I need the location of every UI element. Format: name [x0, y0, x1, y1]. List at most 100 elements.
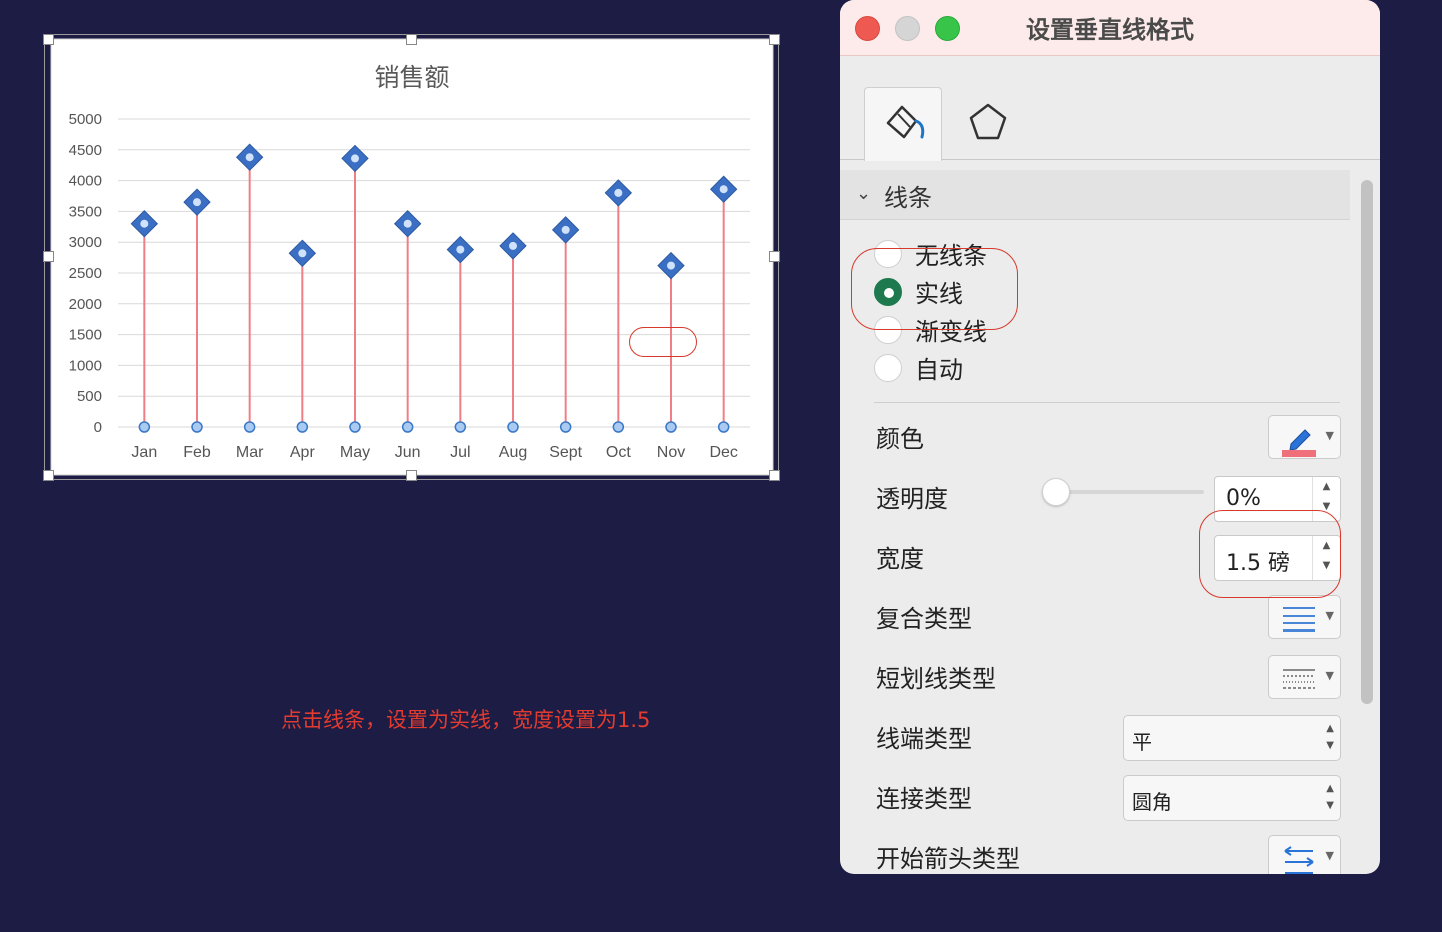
data-point-marker-center	[298, 249, 307, 258]
tab-fill-line[interactable]	[864, 87, 942, 161]
baseline-marker	[454, 421, 467, 433]
width-label: 宽度	[876, 545, 924, 573]
cap-type-select[interactable]: 平 ▲ ▼	[1123, 715, 1341, 761]
y-tick-label: 1000	[69, 357, 102, 374]
tab-bar	[840, 56, 1380, 161]
data-point-marker-center	[351, 154, 359, 163]
data-point-marker-center	[614, 188, 623, 197]
resize-handle-top-right[interactable]	[769, 34, 780, 45]
y-tick-label: 5000	[69, 111, 102, 128]
baseline-marker	[401, 421, 414, 433]
resize-handle-left[interactable]	[43, 251, 54, 262]
resize-handle-top-left[interactable]	[43, 34, 54, 45]
join-type-value: 圆角	[1132, 790, 1172, 814]
data-point-marker-center	[456, 245, 465, 254]
resize-handle-right[interactable]	[769, 251, 780, 262]
color-label: 颜色	[876, 425, 924, 453]
data-point-marker-center	[193, 198, 201, 207]
transparency-label: 透明度	[876, 485, 948, 513]
chevron-down-icon: ▼	[1325, 849, 1334, 862]
compound-type-dropdown[interactable]: ▼	[1268, 595, 1341, 639]
transparency-value: 0%	[1226, 486, 1261, 511]
dashed-lines-icon	[1283, 669, 1315, 689]
baseline-marker	[559, 421, 572, 433]
baseline-marker	[717, 421, 730, 433]
divider	[874, 402, 1340, 403]
y-tick-label: 3500	[69, 203, 102, 220]
baseline-marker	[507, 421, 519, 433]
chart-area[interactable]: 销售额 0 500 1000 1500 2000 2500 3000 3500 4000 4500…	[43, 34, 780, 481]
data-point-marker-center	[140, 219, 149, 228]
resize-handle-bottom-right[interactable]	[769, 470, 780, 481]
chart-title: 销售额	[374, 63, 449, 92]
select-arrows-icon: ▲ ▼	[1326, 723, 1334, 751]
radio-label: 自动	[915, 356, 963, 384]
x-tick-label: Feb	[183, 444, 211, 461]
resize-handle-bottom-left[interactable]	[43, 470, 54, 481]
baseline-marker	[138, 421, 151, 433]
data-point-marker-center	[719, 185, 728, 194]
baseline-marker	[243, 421, 256, 433]
y-tick-label: 2000	[69, 296, 102, 313]
data-point-marker-center	[509, 241, 517, 250]
y-tick-label: 4500	[69, 142, 102, 159]
y-tick-label: 3000	[69, 234, 102, 251]
baseline-marker	[612, 421, 625, 433]
x-tick-label: Dec	[709, 444, 737, 461]
x-tick-label: May	[340, 444, 370, 461]
data-point-marker-center	[561, 225, 570, 234]
color-picker-button[interactable]: ▼	[1268, 415, 1341, 459]
compound-lines-icon	[1283, 607, 1315, 632]
resize-handle-bottom[interactable]	[406, 470, 417, 481]
annotation-oval-line	[629, 327, 697, 357]
data-point-marker-center	[667, 261, 675, 270]
chevron-down-icon: ▼	[1325, 429, 1334, 442]
x-tick-label: Jul	[450, 444, 470, 461]
x-tick-label: Sept	[549, 444, 582, 461]
y-tick-label: 500	[77, 388, 102, 405]
baseline-marker	[191, 421, 203, 433]
transparency-slider-track[interactable]	[1054, 490, 1204, 494]
x-tick-label: Apr	[290, 444, 316, 461]
begin-arrow-type-dropdown[interactable]: ▼	[1268, 835, 1341, 874]
section-title: 线条	[884, 184, 932, 212]
baseline-marker	[296, 421, 309, 433]
y-tick-label: 0	[94, 419, 102, 436]
panel-title: 设置垂直线格式	[1026, 16, 1194, 44]
x-tick-label: Nov	[657, 444, 685, 461]
baseline-marker	[665, 421, 677, 433]
y-tick-label: 4000	[69, 173, 102, 190]
chevron-down-icon: ▼	[1325, 609, 1334, 622]
cap-type-label: 线端类型	[876, 725, 972, 753]
cap-type-value: 平	[1132, 730, 1152, 754]
paint-bucket-icon	[886, 105, 925, 139]
pentagon-icon	[969, 103, 1007, 140]
chart-plot[interactable]: 销售额 0 500 1000 1500 2000 2500 3000 3500 4000 4500…	[45, 35, 780, 481]
transparency-slider-knob[interactable]	[1042, 478, 1070, 506]
y-tick-label: 2500	[69, 265, 102, 282]
baseline-marker	[349, 421, 361, 433]
x-tick-label: Aug	[499, 444, 527, 461]
annotation-oval-width	[1199, 510, 1341, 598]
data-point-marker-center	[245, 153, 254, 162]
join-type-select[interactable]: 圆角 ▲ ▼	[1123, 775, 1341, 821]
resize-handle-top[interactable]	[406, 34, 417, 45]
begin-arrow-type-label: 开始箭头类型	[876, 845, 1020, 873]
section-line-header[interactable]: ⌄ 线条	[840, 170, 1350, 220]
scrollbar-thumb[interactable]	[1361, 180, 1373, 704]
title-bar: 设置垂直线格式	[840, 0, 1380, 56]
data-point-marker-center	[403, 219, 412, 228]
dash-type-dropdown[interactable]: ▼	[1268, 655, 1341, 699]
x-tick-label: Mar	[236, 444, 264, 461]
join-type-label: 连接类型	[876, 785, 972, 813]
radio-button[interactable]	[874, 354, 902, 382]
select-arrows-icon: ▲ ▼	[1326, 783, 1334, 811]
dash-type-label: 短划线类型	[876, 665, 996, 693]
x-tick-label: Jan	[131, 444, 157, 461]
tab-effects-shape[interactable]	[948, 87, 1026, 161]
x-tick-label: Oct	[606, 444, 631, 461]
annotation-oval-solid-line	[851, 248, 1018, 330]
instruction-text: 点击线条，设置为实线，宽度设置为1.5	[281, 708, 651, 732]
format-panel: 设置垂直线格式 ⌄ 线条 无线条 实线 渐变线 自动 颜色 ▼ 透明度 0% ▲…	[840, 0, 1380, 874]
x-tick-label: Jun	[395, 444, 421, 461]
